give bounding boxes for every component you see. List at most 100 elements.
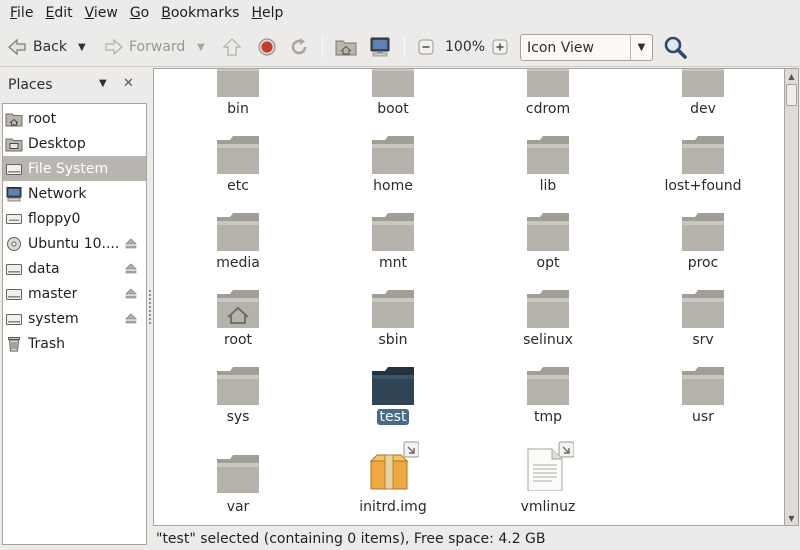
file-icon-view[interactable]: bin boot cdrom dev etc home lib lost+found media… (153, 68, 785, 526)
up-button[interactable] (221, 27, 243, 67)
file-item[interactable]: lost+found (638, 134, 768, 198)
sidebar-item[interactable]: Desktop (3, 131, 146, 156)
scrollbar-thumb[interactable] (786, 84, 797, 106)
stop-icon (258, 38, 276, 56)
file-item[interactable]: mnt (328, 211, 458, 275)
zoom-level-button[interactable]: 100% (445, 27, 485, 67)
file-name-text: test (376, 409, 410, 425)
stop-button[interactable] (256, 27, 278, 67)
menu-go[interactable]: Go (124, 0, 155, 26)
file-item[interactable]: root (173, 288, 303, 352)
file-item[interactable]: proc (638, 211, 768, 275)
sidebar-item-label: root (28, 110, 57, 127)
file-item[interactable]: lib (483, 134, 613, 198)
file-item[interactable]: initrd.img (328, 435, 458, 519)
sidebar-item[interactable]: Trash (3, 331, 146, 356)
home-button[interactable] (334, 27, 358, 67)
sidebar-type-dropdown[interactable]: ▼ (99, 78, 107, 89)
file-name-text: sbin (378, 332, 408, 348)
drive-icon (5, 261, 23, 277)
folder-icon (681, 134, 725, 180)
forward-label: Forward (129, 39, 186, 55)
file-item[interactable]: etc (173, 134, 303, 198)
menu-help-label: elp (262, 5, 284, 21)
reload-button[interactable] (288, 27, 310, 67)
sidebar-close-button[interactable]: ✕ (123, 76, 134, 91)
sidebar-item[interactable]: master (3, 281, 146, 306)
computer-button[interactable] (368, 27, 392, 67)
file-item[interactable]: var (173, 435, 303, 519)
eject-icon[interactable] (125, 262, 137, 278)
menu-file[interactable]: File (4, 0, 39, 26)
file-name-text: selinux (523, 332, 573, 348)
floppy-icon (5, 211, 23, 227)
folder-icon (371, 288, 415, 334)
pane-splitter-handle[interactable] (149, 290, 152, 326)
file-name-text: vmlinuz (520, 499, 576, 515)
menu-help[interactable]: Help (245, 0, 289, 26)
back-history-dropdown[interactable]: ▼ (78, 27, 86, 67)
menu-view[interactable]: View (79, 0, 124, 26)
menu-go-mnemonic: G (129, 5, 141, 21)
file-item[interactable]: cdrom (483, 69, 613, 121)
eject-icon[interactable] (125, 312, 137, 328)
file-item[interactable]: opt (483, 211, 613, 275)
file-item[interactable]: srv (638, 288, 768, 352)
file-name-text: home (373, 178, 413, 194)
file-item[interactable]: home (328, 134, 458, 198)
scroll-up-arrow-icon[interactable]: ▲ (785, 69, 798, 83)
folder-icon (371, 69, 415, 103)
forward-button[interactable]: Forward (103, 27, 185, 67)
back-button[interactable]: Back (6, 27, 67, 67)
forward-history-dropdown[interactable]: ▼ (197, 27, 205, 67)
status-text: "test" selected (containing 0 items), Fr… (156, 531, 546, 547)
sidebar-item[interactable]: data (3, 256, 146, 281)
menu-bookmarks[interactable]: Bookmarks (155, 0, 245, 26)
folder-icon (526, 365, 570, 411)
file-item[interactable]: bin (173, 69, 303, 121)
sidebar-title: Places (8, 77, 53, 93)
toolbar: Back ▼ Forward ▼ 100% Icon View ▼ (0, 27, 800, 67)
file-name-text: cdrom (525, 101, 571, 117)
file-name-text: bin (227, 101, 249, 117)
scroll-down-arrow-icon[interactable]: ▼ (785, 511, 798, 525)
sidebar-item[interactable]: root (3, 106, 146, 131)
sidebar-item[interactable]: system (3, 306, 146, 331)
file-name: lost+found (638, 178, 768, 194)
file-item[interactable]: tmp (483, 365, 613, 429)
search-icon (664, 36, 687, 59)
cdrom-icon (5, 236, 23, 252)
chevron-down-icon: ▼ (78, 41, 86, 53)
zoom-in-button[interactable] (490, 27, 510, 67)
sidebar-item[interactable]: Ubuntu 10.... (3, 231, 146, 256)
folder-icon (216, 69, 260, 103)
file-name: initrd.img (328, 499, 458, 515)
file-item[interactable]: usr (638, 365, 768, 429)
vertical-scrollbar[interactable]: ▲ ▼ (784, 68, 799, 526)
file-name: etc (173, 178, 303, 194)
eject-icon[interactable] (125, 237, 137, 253)
file-item[interactable]: media (173, 211, 303, 275)
archive-file-icon (369, 441, 420, 495)
sidebar-item[interactable]: File System (3, 156, 146, 181)
search-button[interactable] (662, 27, 688, 67)
file-item[interactable]: test (328, 365, 458, 429)
eject-icon[interactable] (125, 287, 137, 303)
sidebar-item-label: Trash (28, 335, 65, 352)
menu-file-mnemonic: F (10, 5, 18, 21)
file-item[interactable]: selinux (483, 288, 613, 352)
menu-edit[interactable]: Edit (39, 0, 78, 26)
back-arrow-icon (8, 38, 26, 56)
sidebar-item[interactable]: floppy0 (3, 206, 146, 231)
file-name-text: mnt (379, 255, 407, 271)
view-mode-select[interactable]: Icon View ▼ (520, 34, 653, 61)
sidebar-item[interactable]: Network (3, 181, 146, 206)
zoom-out-button[interactable] (416, 27, 436, 67)
drive-icon (5, 311, 23, 327)
file-item[interactable]: sys (173, 365, 303, 429)
file-item[interactable]: vmlinuz (483, 435, 613, 519)
file-name-text: srv (692, 332, 714, 348)
file-item[interactable]: sbin (328, 288, 458, 352)
file-item[interactable]: dev (638, 69, 768, 121)
file-item[interactable]: boot (328, 69, 458, 121)
